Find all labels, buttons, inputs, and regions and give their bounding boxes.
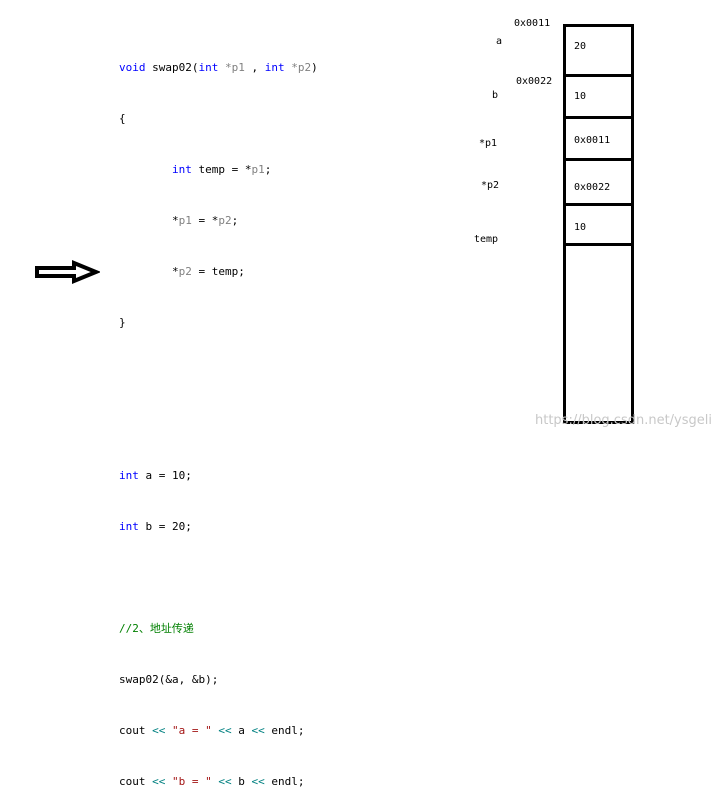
code-text: * xyxy=(171,214,179,227)
cell-divider xyxy=(566,74,631,77)
keyword-int: int xyxy=(119,469,139,482)
memory-cell-a: 20 xyxy=(574,41,587,52)
memory-cell-p1: 0x0011 xyxy=(574,135,611,146)
address-label-b: 0x0022 xyxy=(516,76,553,87)
execution-arrow-icon xyxy=(35,260,100,284)
cell-divider xyxy=(566,243,631,246)
code-text: b = 20; xyxy=(138,520,192,533)
param-p2: p2 xyxy=(218,214,232,227)
cell-divider xyxy=(566,116,631,119)
code-text: cout xyxy=(119,724,153,737)
string-literal: "b = " xyxy=(165,775,219,788)
memory-cell-p2: 0x0022 xyxy=(574,182,611,193)
code-line-cout-b: cout << "b = " << b << endl; xyxy=(119,773,318,790)
code-text: = temp; xyxy=(191,265,245,278)
code-line-func-signature: void swap02(int *p1 , int *p2) xyxy=(119,59,318,76)
cell-divider xyxy=(566,158,631,161)
code-text: endl; xyxy=(264,775,305,788)
var-label-a: a xyxy=(496,36,503,47)
code-line-temp: int temp = *p1; xyxy=(119,161,318,178)
var-label-p2: *p2 xyxy=(481,180,500,191)
var-label-b: b xyxy=(492,90,499,101)
string-literal: "a = " xyxy=(165,724,219,737)
param-p1: p1 xyxy=(178,214,192,227)
keyword-void: void xyxy=(119,61,146,74)
func-name: swap02( xyxy=(145,61,199,74)
semicolon: ; xyxy=(264,163,272,176)
code-text: a = 10; xyxy=(138,469,192,482)
keyword-int: int xyxy=(198,61,219,74)
var-label-temp: temp xyxy=(474,234,499,245)
code-line-assign-p1: *p1 = *p2; xyxy=(119,212,318,229)
address-label-a: 0x0011 xyxy=(514,18,551,29)
stream-operator: << xyxy=(152,724,166,737)
code-text: temp = * xyxy=(191,163,252,176)
keyword-int: int xyxy=(264,61,285,74)
close-paren: ) xyxy=(311,61,318,74)
code-line-close-brace: } xyxy=(119,316,126,329)
param-separator: , xyxy=(244,61,265,74)
memory-cell-temp: 10 xyxy=(574,222,587,233)
code-line-comment: //2、地址传递 xyxy=(119,622,194,635)
code-text: a xyxy=(231,724,252,737)
stream-operator: << xyxy=(218,724,232,737)
code-text: * xyxy=(171,265,179,278)
stream-operator: << xyxy=(251,724,265,737)
keyword-int: int xyxy=(171,163,192,176)
param-p1: p1 xyxy=(251,163,265,176)
code-line-cout-a: cout << "a = " << a << endl; xyxy=(119,722,318,739)
stream-operator: << xyxy=(152,775,166,788)
code-text: cout xyxy=(119,775,153,788)
code-line-call: swap02(&a, &b); xyxy=(119,673,219,686)
code-line-assign-p2: *p2 = temp; xyxy=(119,263,318,280)
code-line-open-brace: { xyxy=(119,112,126,125)
cell-divider xyxy=(566,203,631,206)
memory-stack: 20 10 0x0011 0x0022 10 xyxy=(563,24,634,424)
code-text: endl; xyxy=(264,724,305,737)
param-p2: p2 xyxy=(178,265,192,278)
keyword-int: int xyxy=(119,520,139,533)
stream-operator: << xyxy=(218,775,232,788)
memory-cell-b: 10 xyxy=(574,91,587,102)
param-p2: *p2 xyxy=(284,61,312,74)
semicolon: ; xyxy=(231,214,239,227)
code-line-int-a: int a = 10; xyxy=(119,467,318,484)
param-p1: *p1 xyxy=(218,61,245,74)
stream-operator: << xyxy=(251,775,265,788)
var-label-p1: *p1 xyxy=(479,138,498,149)
watermark: https://blog.csdn.net/ysgeli xyxy=(535,413,712,428)
code-text: b xyxy=(231,775,252,788)
code-block: void swap02(int *p1 , int *p2) { int tem… xyxy=(119,25,318,807)
code-line-int-b: int b = 20; xyxy=(119,518,318,535)
code-text: = * xyxy=(191,214,219,227)
